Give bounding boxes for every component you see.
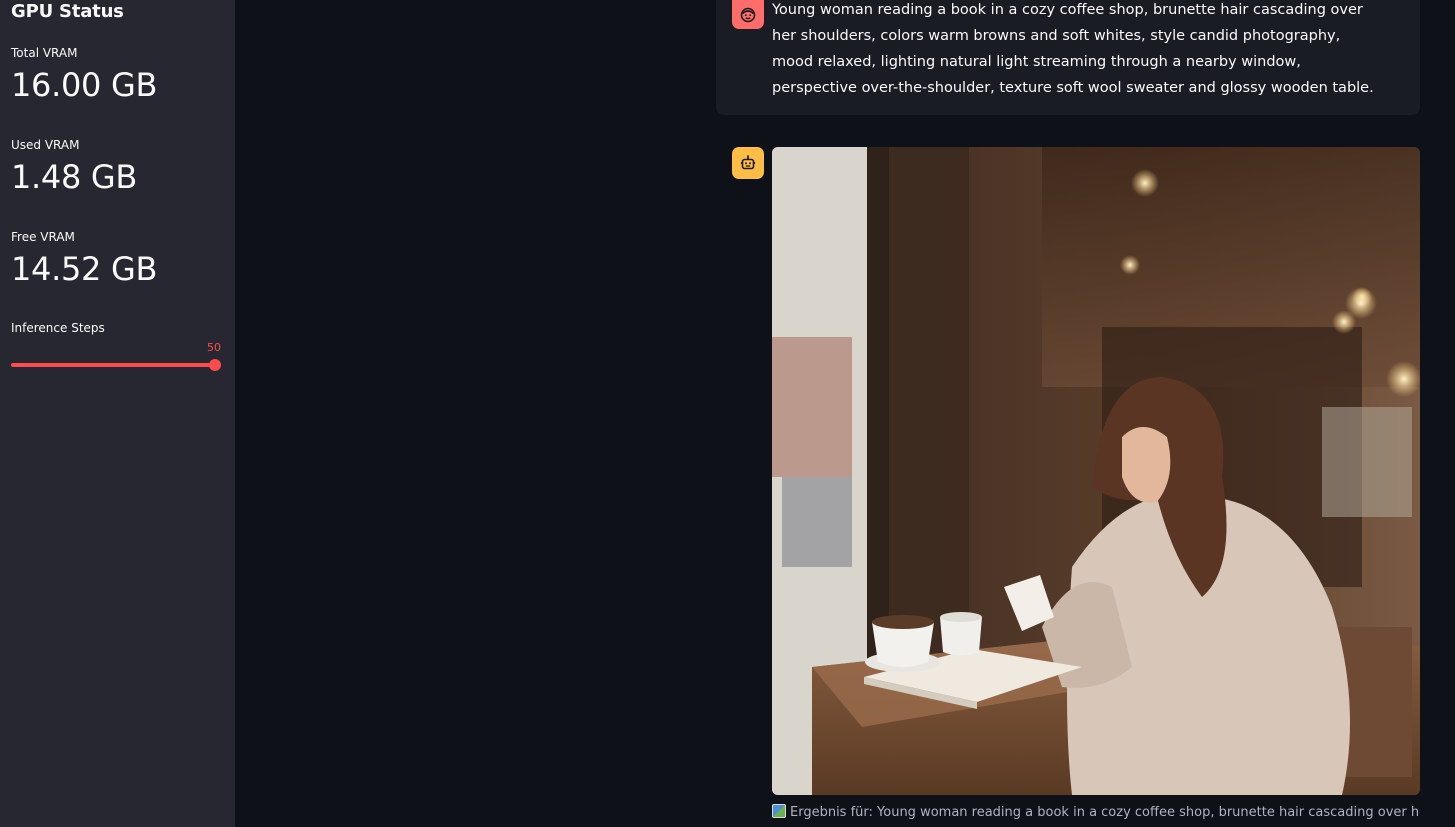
metric-label: Total VRAM: [11, 46, 78, 60]
user-prompt-text: Young woman reading a book in a cozy cof…: [772, 2, 1374, 96]
generated-image-illustration: [772, 147, 1420, 795]
metric-label: Used VRAM: [11, 138, 80, 152]
sidebar-title: GPU Status: [11, 1, 124, 22]
metric-free-vram: Free VRAM 14.52 GB: [11, 230, 157, 288]
user-avatar: [732, 0, 764, 29]
face-icon: [740, 7, 756, 22]
image-caption-text: Ergebnis für: Young woman reading a book…: [790, 805, 1420, 820]
image-caption: Ergebnis für: Young woman reading a book…: [772, 804, 1420, 820]
inference-steps-label: Inference Steps: [11, 321, 105, 335]
metric-value: 1.48 GB: [11, 158, 138, 196]
generated-image[interactable]: [772, 147, 1420, 795]
robot-icon: [740, 155, 756, 170]
app-root: GPU Status Total VRAM 16.00 GB Used VRAM…: [0, 0, 1455, 827]
metric-total-vram: Total VRAM 16.00 GB: [11, 46, 157, 104]
inference-steps-slider-track[interactable]: [11, 363, 218, 367]
metric-value: 14.52 GB: [11, 250, 158, 288]
metric-label: Free VRAM: [11, 230, 75, 244]
metric-value: 16.00 GB: [11, 66, 158, 104]
assistant-avatar: [732, 147, 764, 179]
metric-used-vram: Used VRAM 1.48 GB: [11, 138, 137, 196]
sidebar: GPU Status Total VRAM 16.00 GB Used VRAM…: [0, 0, 235, 827]
inference-steps-slider-thumb[interactable]: [209, 359, 221, 371]
inference-steps-value: 50: [207, 341, 221, 354]
framed-picture-icon: [772, 804, 786, 818]
